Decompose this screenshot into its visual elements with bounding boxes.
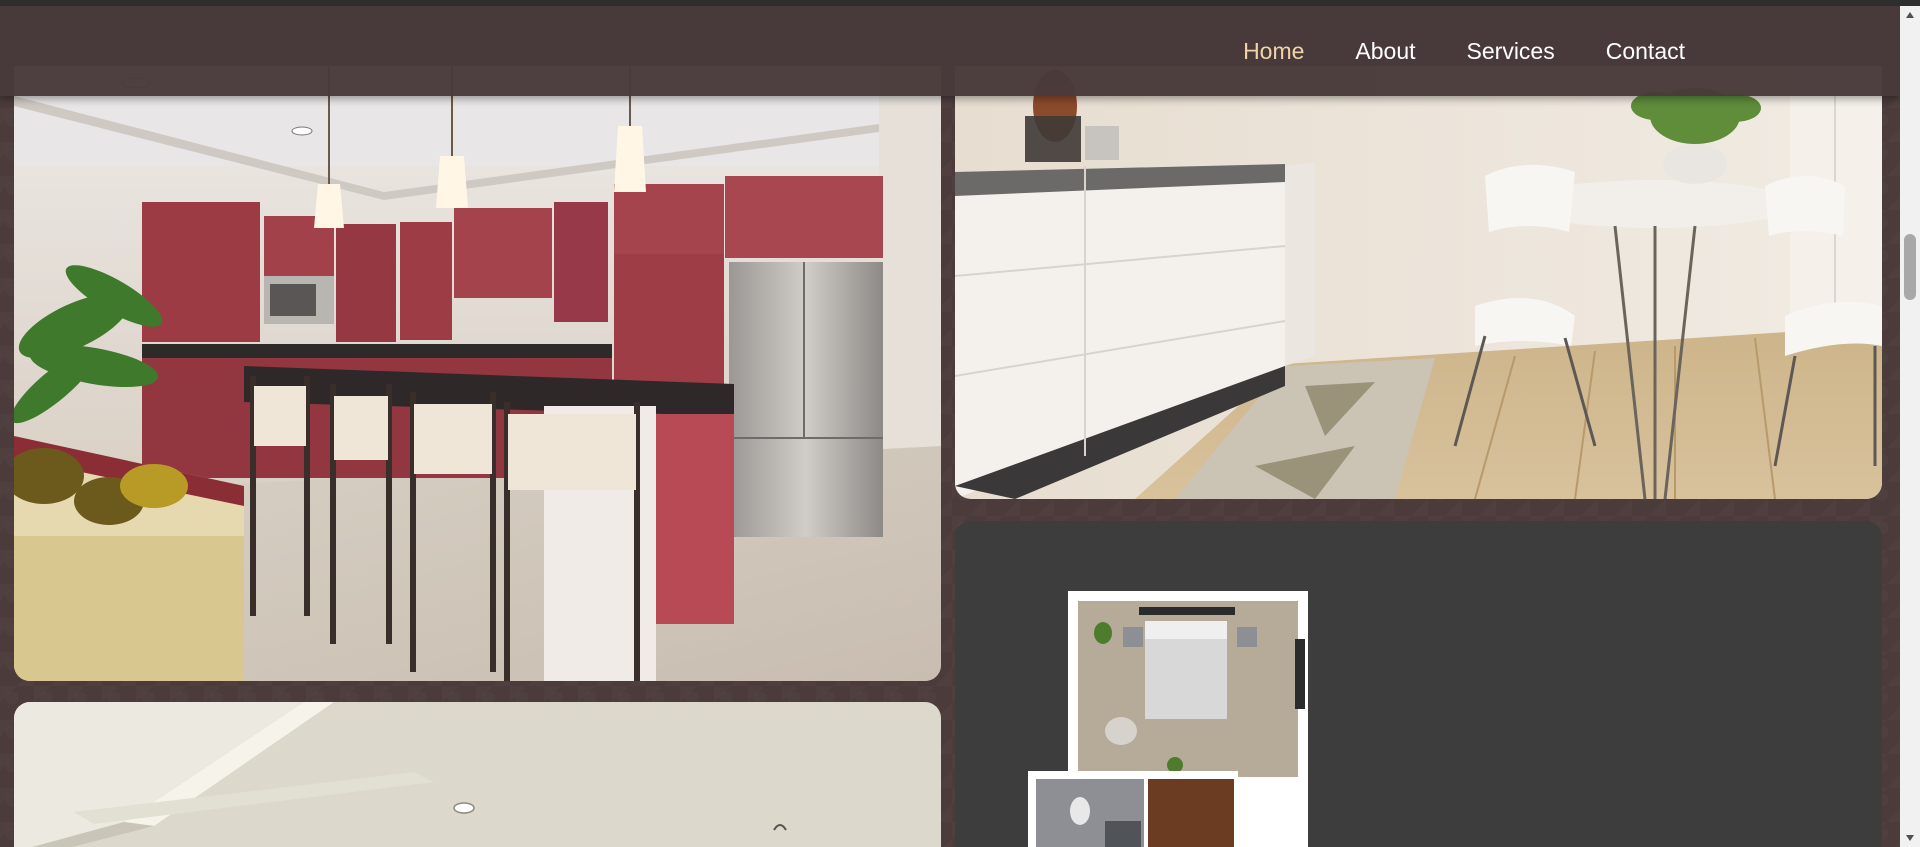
page-scrollbar[interactable] [1900, 6, 1920, 847]
ceiling-image [14, 702, 941, 847]
gallery-card-floorplan[interactable] [955, 521, 1882, 847]
nav-about-link[interactable]: About [1355, 38, 1415, 65]
triangle-up-icon [1906, 12, 1914, 18]
kitchen-image [14, 66, 941, 681]
navbar: Home About Services Contact [0, 6, 1900, 96]
floorplan-image [1028, 591, 1308, 847]
dining-image [955, 66, 1882, 499]
gallery-card-dining[interactable] [955, 66, 1882, 499]
nav-services-link[interactable]: Services [1467, 38, 1555, 65]
nav-home-link[interactable]: Home [1243, 38, 1304, 65]
gallery-card-ceiling[interactable] [14, 702, 941, 847]
scroll-thumb[interactable] [1904, 234, 1916, 300]
page: Home About Services Contact [0, 6, 1900, 847]
gallery-card-kitchen[interactable] [14, 66, 941, 681]
nav-contact-link[interactable]: Contact [1606, 38, 1685, 65]
scroll-up-button[interactable] [1900, 6, 1920, 24]
nav-links: Home About Services Contact [1243, 6, 1685, 96]
scroll-down-button[interactable] [1900, 829, 1920, 847]
triangle-down-icon [1906, 835, 1914, 841]
